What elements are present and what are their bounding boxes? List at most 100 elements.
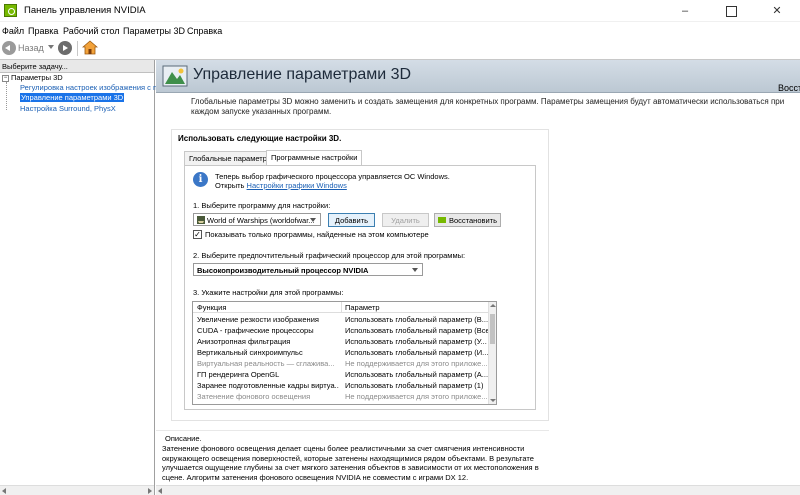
row-feature: Анизотропная фильтрация xyxy=(197,337,291,346)
restore-defaults-link[interactable]: Восстан xyxy=(778,83,800,93)
row-feature: Виртуальная реальность — сглажива... xyxy=(197,359,335,368)
table-row[interactable]: Виртуальная реальность — сглажива... Не п… xyxy=(193,358,489,369)
intro-text: Глобальные параметры 3D можно заменить и… xyxy=(191,97,785,116)
table-row[interactable]: Заранее подготовленные кадры виртуа... Ис… xyxy=(193,380,489,391)
info-open-line: Открыть Настройки графики Windows xyxy=(215,181,347,190)
task-pane-horizontal-scrollbar[interactable] xyxy=(0,485,154,495)
row-feature: Увеличение резкости изображения xyxy=(197,315,319,324)
sidebar-item-manage-3d[interactable]: Управление параметрами 3D xyxy=(20,93,125,102)
window-title: Панель управления NVIDIA xyxy=(24,5,146,16)
row-setting[interactable]: Использовать глобальный параметр (1) xyxy=(345,381,489,390)
program-select-value: World of Warships (worldofwar... xyxy=(207,216,315,225)
row-setting[interactable]: Использовать глобальный параметр (В... xyxy=(345,315,489,324)
collapse-icon[interactable]: − xyxy=(2,74,9,82)
scroll-up-icon[interactable] xyxy=(490,304,496,307)
title-bar: Панель управления NVIDIA – ✕ xyxy=(0,0,800,22)
row-setting[interactable]: Использовать глобальный параметр (А... xyxy=(345,370,489,379)
gpu-select-value: Высокопроизводительный процессор NVIDIA xyxy=(197,266,369,275)
row-feature: Вертикальный синхроимпульс xyxy=(197,348,303,357)
restore-program-button-label: Восстановить xyxy=(448,216,498,225)
step-1-label: 1. Выберите программу для настройки: xyxy=(193,201,331,210)
3d-settings-icon xyxy=(162,65,188,87)
column-header-setting[interactable]: Параметр xyxy=(345,303,380,312)
step-2-label: 2. Выберите предпочтительный графический… xyxy=(193,251,466,260)
column-divider[interactable] xyxy=(341,302,342,313)
home-icon[interactable] xyxy=(82,40,98,56)
page-title: Управление параметрами 3D xyxy=(193,66,412,83)
chevron-down-icon xyxy=(412,268,418,272)
row-feature: ГП рендеринга OpenGL xyxy=(197,370,280,379)
scrollbar-thumb[interactable] xyxy=(490,314,495,344)
row-feature: Затенение фонового освещения xyxy=(197,392,311,401)
program-settings-table: Функция Параметр Увеличение резкости изо… xyxy=(192,301,497,405)
nvidia-logo-icon xyxy=(437,217,446,223)
toolbar-divider xyxy=(77,41,78,56)
settings-frame-title: Использовать следующие настройки 3D. xyxy=(178,134,342,143)
history-dropdown-icon[interactable] xyxy=(48,45,54,49)
table-row[interactable]: CUDA - графические процессоры Использоват… xyxy=(193,325,489,336)
info-open-label: Открыть xyxy=(215,181,247,190)
info-icon: i xyxy=(193,172,208,187)
scroll-left-icon[interactable] xyxy=(2,488,6,494)
menu-3d-settings[interactable]: Параметры 3D xyxy=(123,24,189,36)
settings-frame: Использовать следующие настройки 3D. Гло… xyxy=(171,129,549,421)
remove-program-button[interactable]: Удалить xyxy=(382,213,429,227)
task-pane-header: Выберите задачу... xyxy=(0,60,154,73)
task-pane: Выберите задачу... − Параметры 3D Регулир… xyxy=(0,60,157,495)
close-button[interactable]: ✕ xyxy=(754,0,800,22)
windows-graphics-settings-link[interactable]: Настройки графики Windows xyxy=(247,181,347,190)
row-feature: CUDA - графические процессоры xyxy=(197,326,314,335)
menu-help[interactable]: Справка xyxy=(187,24,226,36)
scroll-left-icon[interactable] xyxy=(158,488,162,494)
scroll-right-icon[interactable] xyxy=(148,488,152,494)
column-header-feature[interactable]: Функция xyxy=(197,303,226,312)
show-found-programs-label: Показывать только программы, найденные н… xyxy=(205,230,429,239)
maximize-button[interactable] xyxy=(708,0,754,22)
table-row[interactable]: Увеличение резкости изображения Использов… xyxy=(193,314,489,325)
program-select[interactable]: World of Warships (worldofwar... xyxy=(193,213,321,226)
nvidia-logo-icon xyxy=(4,4,17,17)
table-vertical-scrollbar[interactable] xyxy=(488,302,496,404)
restore-program-button[interactable]: Восстановить xyxy=(434,213,501,227)
row-setting[interactable]: Использовать глобальный параметр (И... xyxy=(345,348,489,357)
row-feature: Заранее подготовленные кадры виртуа... xyxy=(197,381,339,390)
minimize-button[interactable]: – xyxy=(662,0,708,22)
description-title: Описание. xyxy=(165,434,202,443)
page-banner: Управление параметрами 3D Восстан xyxy=(156,60,800,93)
table-row[interactable]: Анизотропная фильтрация Использовать глоб… xyxy=(193,336,489,347)
tree-root-label: Параметры 3D xyxy=(11,73,63,82)
sidebar-item-surround-physx[interactable]: Настройка Surround, PhysX xyxy=(20,104,116,113)
back-button-label[interactable]: Назад xyxy=(18,43,44,53)
show-found-programs-checkbox[interactable]: ✓ xyxy=(193,230,202,239)
description-text: Затенение фонового освещения делает сцен… xyxy=(162,444,539,482)
row-setting: Не поддерживается для этого приложе... xyxy=(345,359,488,368)
menu-file[interactable]: Файл xyxy=(2,24,28,36)
chevron-down-icon xyxy=(310,218,316,222)
table-row[interactable]: ГП рендеринга OpenGL Использовать глобаль… xyxy=(193,369,489,380)
content-horizontal-scrollbar[interactable] xyxy=(156,485,800,495)
tab-global-settings[interactable]: Глобальные параметры xyxy=(184,151,278,165)
tree-connector xyxy=(6,82,7,110)
content-pane: Управление параметрами 3D Восстан Глобал… xyxy=(156,60,800,495)
info-message: Теперь выбор графического процессора упр… xyxy=(215,172,450,181)
tab-program-settings[interactable]: Программные настройки xyxy=(266,150,363,165)
menu-bar: Файл Правка Рабочий стол Параметры 3D Сп… xyxy=(0,22,800,38)
step-3-label: 3. Укажите настройки для этой программы: xyxy=(193,288,344,297)
tree-root-3d-settings[interactable]: − Параметры 3D xyxy=(2,73,63,82)
gpu-select[interactable]: Высокопроизводительный процессор NVIDIA xyxy=(193,263,423,276)
row-setting[interactable]: Использовать глобальный параметр (У... xyxy=(345,337,489,346)
toolbar: Назад xyxy=(0,38,800,60)
menu-desktop[interactable]: Рабочий стол xyxy=(63,24,124,36)
table-header: Функция Параметр xyxy=(193,302,496,313)
menu-edit[interactable]: Правка xyxy=(28,24,62,36)
back-arrow-icon[interactable] xyxy=(2,41,16,55)
scroll-down-icon[interactable] xyxy=(490,399,496,402)
warships-game-icon xyxy=(197,216,205,224)
sidebar-item-image-settings[interactable]: Регулировка настроек изображения с п xyxy=(20,83,157,92)
program-settings-panel: i Теперь выбор графического процессора у… xyxy=(184,165,536,410)
add-program-button[interactable]: Добавить xyxy=(328,213,375,227)
row-setting[interactable]: Использовать глобальный параметр (Все) xyxy=(345,326,489,335)
forward-arrow-icon[interactable] xyxy=(58,41,72,55)
table-row[interactable]: Затенение фонового освещения Не поддержив… xyxy=(193,391,489,402)
table-row[interactable]: Вертикальный синхроимпульс Использовать г… xyxy=(193,347,489,358)
